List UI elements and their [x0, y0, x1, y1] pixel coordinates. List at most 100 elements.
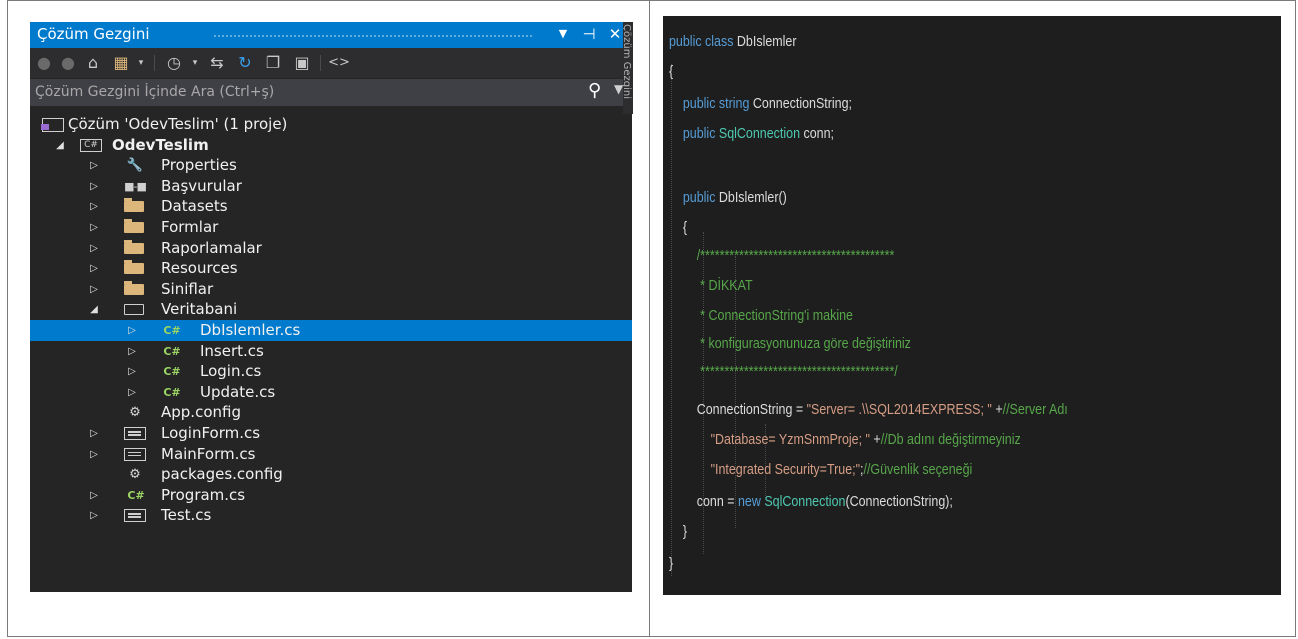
- collapsed-arrow-icon[interactable]: ▷: [88, 260, 100, 277]
- folder-open-icon: [124, 304, 144, 316]
- home-icon[interactable]: ⌂: [82, 53, 104, 73]
- code-token: SqlConnection: [718, 126, 804, 142]
- collapsed-arrow-icon[interactable]: ▷: [88, 178, 100, 195]
- sync-icon[interactable]: ⇆: [206, 53, 228, 73]
- switch-views-icon[interactable]: ▦: [108, 53, 134, 73]
- collapsed-arrow-icon[interactable]: ▷: [126, 363, 138, 380]
- code-line[interactable]: "Database= YzmSnmProje; " +//Db adını de…: [669, 428, 1021, 452]
- show-all-files-icon[interactable]: ▣: [290, 53, 314, 73]
- search-options-dropdown-icon[interactable]: ▼: [614, 82, 623, 96]
- code-token: ConnectionString;: [752, 96, 853, 112]
- title-grip[interactable]: [213, 34, 533, 38]
- back-icon[interactable]: ●: [34, 53, 54, 73]
- collapsed-arrow-icon[interactable]: ▷: [88, 198, 100, 215]
- tree-item[interactable]: ⚙ App.config: [30, 402, 632, 423]
- collapsed-arrow-icon[interactable]: ▷: [88, 157, 100, 174]
- tree-item[interactable]: ▷ LoginForm.cs: [30, 423, 632, 444]
- collapsed-arrow-icon[interactable]: ▷: [126, 322, 138, 339]
- window-position-dropdown-icon[interactable]: ▼: [554, 24, 572, 44]
- tree-item[interactable]: ▷ Raporlamalar: [30, 238, 632, 259]
- solution-icon: [41, 118, 64, 132]
- tree-item[interactable]: ▷ C# Login.cs: [30, 361, 632, 382]
- code-line[interactable]: {: [669, 216, 687, 240]
- collapsed-arrow-icon[interactable]: ▷: [88, 487, 100, 504]
- refresh-icon[interactable]: ↻: [234, 53, 256, 73]
- search-input[interactable]: Çözüm Gezgini İçinde Ara (Ctrl+ş): [35, 84, 274, 100]
- solution-search-box[interactable]: Çözüm Gezgini İçinde Ara (Ctrl+ş) ⚲ ▼: [30, 79, 632, 106]
- folder-icon: [124, 198, 144, 213]
- config-icon: ⚙: [129, 405, 141, 421]
- code-line[interactable]: * ConnectionString'i makine: [669, 304, 853, 328]
- pin-icon[interactable]: ⊣: [580, 24, 598, 44]
- code-line[interactable]: public SqlConnection conn;: [669, 122, 834, 146]
- tree-item[interactable]: ▷ Datasets: [30, 196, 632, 217]
- toolbar-separator: [320, 55, 321, 71]
- tree-item[interactable]: ▷ Resources: [30, 258, 632, 279]
- tree-item[interactable]: ▷ C# Update.cs: [30, 382, 632, 403]
- code-line[interactable]: }: [669, 552, 673, 576]
- code-line[interactable]: ConnectionString = "Server= .\\SQL2014EX…: [669, 398, 1068, 422]
- tree-item[interactable]: ▷ C# Program.cs: [30, 485, 632, 506]
- forward-icon[interactable]: ●: [58, 53, 78, 73]
- code-line[interactable]: * konfigurasyonunuza göre değiştiriniz: [669, 332, 911, 356]
- code-line[interactable]: public class DbIslemler: [669, 30, 797, 54]
- close-icon[interactable]: ✕: [606, 24, 624, 44]
- code-editor[interactable]: public class DbIslemler { public string C…: [663, 16, 1281, 595]
- pending-changes-icon[interactable]: ◷: [162, 53, 186, 73]
- code-token: public class: [669, 34, 737, 50]
- code-line[interactable]: }: [669, 520, 687, 544]
- code-view-icon[interactable]: <>: [328, 53, 350, 73]
- code-line[interactable]: "Integrated Security=True;";//Güvenlik s…: [669, 458, 973, 482]
- code-line[interactable]: {: [669, 60, 673, 84]
- code-token: +: [991, 402, 1003, 418]
- tree-item[interactable]: ▷ C# Insert.cs: [30, 341, 632, 362]
- collapsed-arrow-icon[interactable]: ▷: [88, 240, 100, 257]
- code-line[interactable]: ****************************************…: [669, 360, 898, 384]
- code-line[interactable]: * DİKKAT: [669, 274, 753, 298]
- collapsed-arrow-icon[interactable]: ▷: [88, 507, 100, 524]
- csharp-file-icon: C#: [163, 344, 181, 358]
- tree-item[interactable]: ▷ Test.cs: [30, 505, 632, 526]
- tree-item-label: Insert.cs: [200, 341, 264, 360]
- side-tab[interactable]: Çözüm Gezgini: [623, 22, 633, 114]
- code-line[interactable]: public DbIslemler(): [669, 186, 787, 210]
- code-token: public: [669, 190, 719, 206]
- dropdown-icon[interactable]: ▾: [134, 53, 148, 73]
- tree-item[interactable]: ▷ ■-■ Başvurular: [30, 176, 632, 197]
- code-token: ****************************************…: [669, 364, 898, 380]
- tree-item[interactable]: ◢ Veritabani: [30, 299, 632, 320]
- expanded-arrow-icon[interactable]: ◢: [88, 301, 100, 318]
- tree-item-label: DbIslemler.cs: [200, 321, 301, 339]
- collapsed-arrow-icon[interactable]: ▷: [88, 219, 100, 236]
- tree-item-label: Resources: [161, 259, 238, 278]
- collapsed-arrow-icon[interactable]: ▷: [88, 446, 100, 463]
- tree-item-label: MainForm.cs: [161, 444, 256, 463]
- expanded-arrow-icon[interactable]: ◢: [54, 137, 66, 154]
- side-tab-label[interactable]: Çözüm Gezgini: [623, 24, 632, 99]
- code-line[interactable]: conn = new SqlConnection(ConnectionStrin…: [669, 490, 953, 514]
- tree-item[interactable]: Çözüm 'OdevTeslim' (1 proje): [30, 114, 632, 135]
- tree-item[interactable]: ▷ MainForm.cs: [30, 444, 632, 465]
- references-icon: ■-■: [124, 179, 147, 193]
- tree-item[interactable]: ⚙ packages.config: [30, 464, 632, 485]
- tree-item-label: Formlar: [161, 218, 219, 236]
- tree-item[interactable]: ▷ Siniflar: [30, 279, 632, 300]
- search-icon[interactable]: ⚲: [588, 80, 601, 101]
- code-line[interactable]: /***************************************…: [669, 244, 895, 268]
- code-token: * DİKKAT: [669, 278, 753, 294]
- collapsed-arrow-icon[interactable]: ▷: [126, 343, 138, 360]
- tree-item[interactable]: ◢ C# OdevTeslim: [30, 135, 632, 156]
- tree-item[interactable]: ▷ C# DbIslemler.cs: [30, 320, 632, 341]
- tree-item[interactable]: ▷ Formlar: [30, 217, 632, 238]
- collapsed-arrow-icon[interactable]: ▷: [88, 281, 100, 298]
- code-token: //Güvenlik seçeneği: [863, 462, 973, 478]
- tree-item[interactable]: ▷ 🔧 Properties: [30, 155, 632, 176]
- collapsed-arrow-icon[interactable]: ▷: [88, 425, 100, 442]
- code-line[interactable]: public string ConnectionString;: [669, 92, 852, 116]
- code-token: +: [869, 432, 881, 448]
- collapsed-arrow-icon[interactable]: ▷: [126, 384, 138, 401]
- dropdown-icon[interactable]: ▾: [188, 53, 202, 73]
- collapse-all-icon[interactable]: ❐: [262, 53, 284, 73]
- tree-item-label: Login.cs: [200, 362, 262, 381]
